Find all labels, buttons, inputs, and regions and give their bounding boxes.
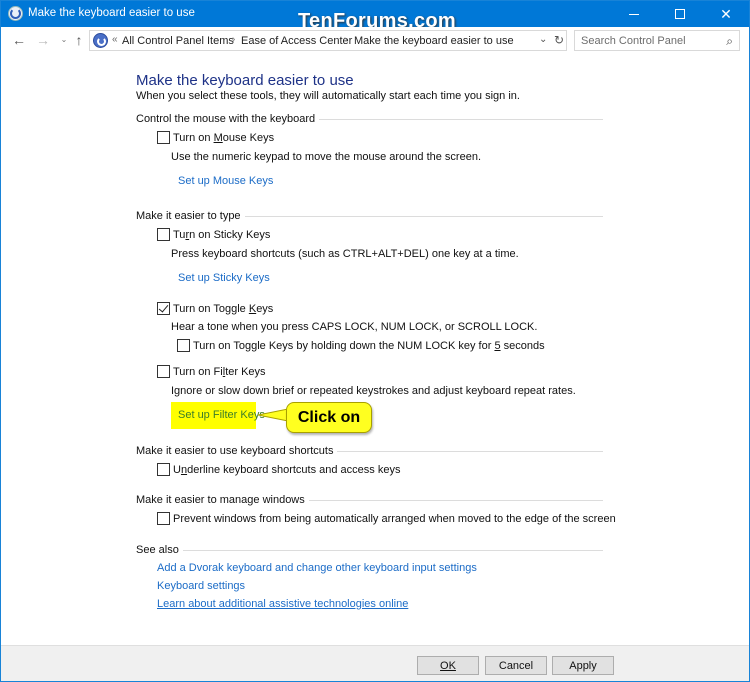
up-arrow-icon[interactable]: ↑ (71, 32, 87, 48)
section-heading-text: Control the mouse with the keyboard (136, 113, 316, 125)
minimize-icon (629, 13, 639, 15)
breadcrumb-ease-of-access-center[interactable]: Ease of Access Center (241, 35, 352, 47)
toggle-keys-checkbox[interactable] (157, 302, 170, 315)
mouse-keys-description: Use the numeric keypad to move the mouse… (171, 151, 482, 163)
prevent-arrange-label: Prevent windows from being automatically… (173, 512, 616, 525)
filter-keys-checkbox-row[interactable]: Turn on Filter Keys (157, 365, 266, 378)
filter-keys-description: Ignore or slow down brief or repeated ke… (171, 385, 576, 397)
toggle-keys-hold-label: Turn on Toggle Keys by holding down the … (193, 339, 545, 352)
mouse-keys-checkbox[interactable] (157, 131, 170, 144)
section-divider (308, 499, 603, 501)
search-placeholder: Search Control Panel (581, 35, 686, 47)
maximize-icon (675, 9, 685, 19)
filter-keys-checkbox[interactable] (157, 365, 170, 378)
section-heading-see-also: See also (136, 544, 603, 556)
section-divider (337, 450, 603, 452)
dialog-footer: OK Cancel Apply (1, 645, 749, 681)
filter-keys-label: Turn on Filter Keys (173, 365, 266, 378)
prevent-arrange-checkbox-row[interactable]: Prevent windows from being automatically… (157, 512, 616, 525)
ok-button[interactable]: OK (417, 656, 479, 675)
mouse-keys-checkbox-row[interactable]: Turn on Mouse Keys (157, 131, 274, 144)
close-icon: ✕ (720, 6, 732, 22)
page-subtitle: When you select these tools, they will a… (136, 90, 520, 102)
section-divider (319, 118, 603, 120)
apply-button[interactable]: Apply (552, 656, 614, 675)
minimize-button[interactable] (611, 1, 657, 27)
forward-arrow-icon[interactable]: → (35, 32, 51, 48)
toggle-keys-hold-checkbox[interactable] (177, 339, 190, 352)
refresh-icon[interactable]: ↻ (554, 33, 564, 47)
toggle-keys-checkbox-row[interactable]: Turn on Toggle Keys (157, 302, 273, 315)
search-input[interactable]: Search Control Panel ⌕ (574, 30, 740, 51)
ease-of-access-icon (8, 6, 23, 21)
breadcrumb-current-page[interactable]: Make the keyboard easier to use (354, 35, 514, 47)
page-title: Make the keyboard easier to use (136, 72, 354, 89)
cancel-button[interactable]: Cancel (485, 656, 547, 675)
address-bar[interactable]: « All Control Panel Items › Ease of Acce… (89, 30, 567, 51)
assistive-technologies-link[interactable]: Learn about additional assistive technol… (157, 598, 408, 610)
section-heading-windows: Make it easier to manage windows (136, 494, 603, 506)
section-heading-mouse: Control the mouse with the keyboard (136, 113, 603, 125)
section-heading-shortcuts: Make it easier to use keyboard shortcuts (136, 445, 603, 457)
back-arrow-icon[interactable]: ← (11, 32, 27, 48)
set-up-filter-keys-link[interactable]: Set up Filter Keys (178, 409, 265, 421)
section-heading-text: Make it easier to use keyboard shortcuts (136, 445, 334, 457)
sticky-keys-checkbox[interactable] (157, 228, 170, 241)
dvorak-keyboard-link[interactable]: Add a Dvorak keyboard and change other k… (157, 562, 477, 574)
breadcrumb-separator-icon[interactable]: › (232, 34, 235, 45)
set-up-mouse-keys-link[interactable]: Set up Mouse Keys (178, 175, 273, 187)
search-icon[interactable]: ⌕ (726, 34, 733, 49)
underline-shortcuts-checkbox[interactable] (157, 463, 170, 476)
section-heading-text: See also (136, 544, 179, 556)
title-bar[interactable]: Make the keyboard easier to use TenForum… (1, 1, 749, 32)
recent-locations-chevron-icon[interactable]: ⌄ (56, 32, 72, 48)
section-divider (182, 549, 603, 551)
address-dropdown-icon[interactable]: ⌄ (539, 34, 547, 45)
underline-shortcuts-checkbox-row[interactable]: Underline keyboard shortcuts and access … (157, 463, 400, 476)
breadcrumb-all-control-panel-items[interactable]: All Control Panel Items (122, 35, 234, 47)
close-button[interactable]: ✕ (703, 1, 749, 27)
mouse-keys-label: Turn on Mouse Keys (173, 131, 275, 144)
control-panel-window: Make the keyboard easier to use TenForum… (0, 0, 750, 682)
ok-label: OK (440, 659, 456, 672)
underline-shortcuts-label: Underline keyboard shortcuts and access … (173, 463, 401, 476)
toggle-keys-label: Turn on Toggle Keys (173, 302, 274, 315)
window-title: Make the keyboard easier to use (28, 7, 195, 19)
toggle-keys-description: Hear a tone when you press CAPS LOCK, NU… (171, 321, 538, 333)
keyboard-settings-link[interactable]: Keyboard settings (157, 580, 245, 592)
prevent-arrange-checkbox[interactable] (157, 512, 170, 525)
section-heading-type: Make it easier to type (136, 210, 603, 222)
hidden-locations-icon[interactable]: « (112, 34, 118, 45)
breadcrumb-separator-icon[interactable]: › (344, 34, 347, 45)
control-panel-icon (93, 33, 108, 48)
navigation-bar: ← → ⌄ ↑ « All Control Panel Items › Ease… (1, 27, 749, 55)
click-on-callout: Click on (286, 402, 372, 433)
section-heading-text: Make it easier to manage windows (136, 494, 305, 506)
sticky-keys-checkbox-row[interactable]: Turn on Sticky Keys (157, 228, 270, 241)
maximize-button[interactable] (657, 1, 703, 27)
set-up-sticky-keys-link[interactable]: Set up Sticky Keys (178, 272, 270, 284)
section-heading-text: Make it easier to type (136, 210, 241, 222)
callout-pointer (258, 408, 288, 422)
sticky-keys-label: Turn on Sticky Keys (173, 228, 271, 241)
sticky-keys-description: Press keyboard shortcuts (such as CTRL+A… (171, 248, 519, 260)
toggle-keys-hold-checkbox-row[interactable]: Turn on Toggle Keys by holding down the … (177, 339, 545, 352)
section-divider (244, 215, 603, 217)
